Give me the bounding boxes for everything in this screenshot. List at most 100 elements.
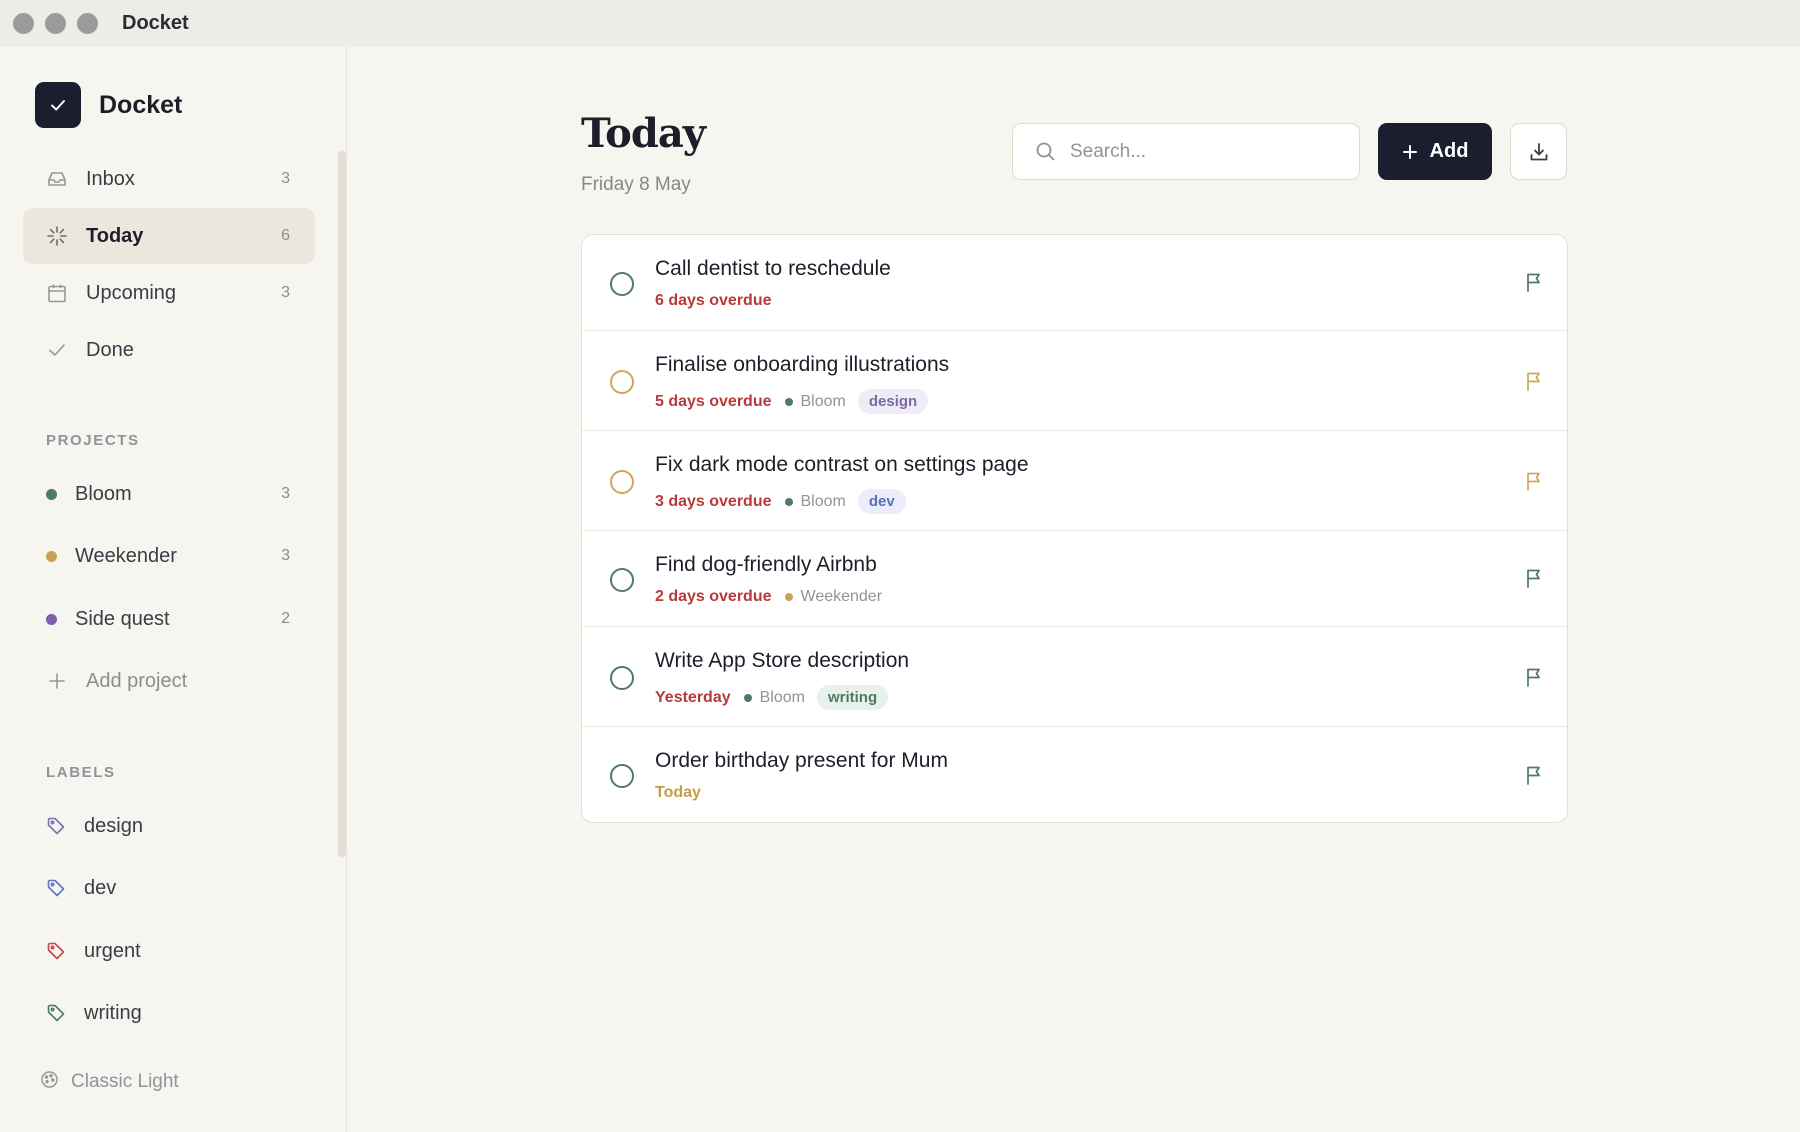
project-label: Side quest [75, 607, 170, 630]
tag-icon [46, 1003, 66, 1023]
flag-icon[interactable] [1525, 568, 1543, 588]
nav-item-today[interactable]: Today 6 [23, 208, 315, 264]
project-item-side-quest[interactable]: Side quest 2 [23, 594, 315, 644]
project-label: Weekender [75, 544, 177, 567]
task-project: Bloom [800, 392, 846, 410]
project-dot [784, 397, 793, 406]
project-dot [743, 693, 752, 702]
nav-count: 6 [281, 227, 290, 244]
nav-label: Today [86, 224, 144, 247]
projects-heading: PROJECTS [46, 432, 140, 449]
task-due: 6 days overdue [655, 292, 772, 309]
task-checkbox[interactable] [610, 666, 634, 690]
flag-icon[interactable] [1525, 272, 1543, 292]
label-item-design[interactable]: design [23, 801, 315, 851]
task-meta: Today [655, 784, 701, 802]
page-date: Friday 8 May [581, 174, 691, 195]
nav-label: Done [86, 338, 134, 361]
nav-item-inbox[interactable]: Inbox 3 [23, 151, 315, 207]
task-meta: 3 days overdue Bloom dev [655, 489, 906, 514]
task-project: Bloom [759, 688, 805, 706]
label-item-urgent[interactable]: urgent [23, 926, 315, 976]
brand-name: Docket [99, 90, 183, 119]
task-due: Today [655, 784, 701, 801]
check-icon [46, 339, 68, 361]
sparkle-icon [46, 225, 68, 247]
zoom-window-button[interactable] [77, 13, 98, 34]
minimize-window-button[interactable] [45, 13, 66, 34]
tag-icon [46, 816, 66, 836]
task-meta: Yesterday Bloom writing [655, 685, 889, 710]
task-row[interactable]: Call dentist to reschedule 6 days overdu… [582, 235, 1567, 331]
task-row[interactable]: Finalise onboarding illustrations 5 days… [582, 331, 1567, 431]
nav-item-done[interactable]: Done [23, 322, 315, 378]
task-checkbox[interactable] [610, 370, 634, 394]
task-list: Call dentist to reschedule 6 days overdu… [581, 234, 1568, 823]
project-dot [46, 613, 57, 625]
task-project: Bloom [800, 492, 846, 510]
task-title: Write App Store description [655, 649, 910, 672]
plus-icon [46, 672, 68, 690]
close-window-button[interactable] [13, 13, 34, 34]
inbox-icon [46, 168, 68, 190]
window-controls [13, 13, 98, 34]
task-checkbox[interactable] [610, 470, 634, 494]
nav-item-upcoming[interactable]: Upcoming 3 [23, 265, 315, 321]
task-project: Weekender [800, 588, 883, 605]
task-due: 2 days overdue [655, 588, 772, 605]
tag-icon [46, 941, 66, 961]
flag-icon[interactable] [1525, 667, 1543, 687]
task-title: Finalise onboarding illustrations [655, 353, 950, 376]
plus-icon [1402, 144, 1418, 160]
theme-switcher[interactable]: Classic Light [40, 1070, 179, 1094]
label-item-dev[interactable]: dev [23, 863, 315, 913]
flag-icon[interactable] [1525, 765, 1543, 785]
task-title: Fix dark mode contrast on settings page [655, 453, 1029, 476]
add-task-button[interactable]: Add [1378, 123, 1492, 180]
task-title: Call dentist to reschedule [655, 257, 891, 280]
search-icon [1035, 141, 1056, 162]
project-dot [784, 593, 793, 601]
nav-label: Upcoming [86, 281, 177, 304]
theme-label: Classic Light [71, 1071, 179, 1092]
label-name: writing [84, 1001, 142, 1024]
project-dot [46, 488, 57, 500]
project-count: 3 [281, 485, 290, 502]
sidebar: Docket Inbox 3 Today 6 Upcoming 3 Done P… [0, 47, 347, 1132]
download-button[interactable] [1510, 123, 1567, 180]
task-row[interactable]: Order birthday present for Mum Today [582, 727, 1567, 822]
page-title: Today [581, 110, 706, 157]
label-name: design [84, 814, 143, 837]
nav-count: 3 [281, 170, 290, 187]
task-meta: 2 days overdue Weekender [655, 588, 882, 606]
labels-heading: LABELS [46, 764, 116, 781]
label-name: dev [84, 876, 117, 899]
task-row[interactable]: Find dog-friendly Airbnb 2 days overdue … [582, 531, 1567, 627]
project-dot [784, 497, 793, 506]
task-checkbox[interactable] [610, 272, 634, 296]
brand: Docket [35, 82, 182, 128]
add-project-button[interactable]: Add project [23, 656, 315, 706]
project-count: 3 [281, 547, 290, 564]
add-project-label: Add project [86, 669, 188, 692]
search-box[interactable] [1012, 123, 1360, 180]
task-meta: 5 days overdue Bloom design [655, 389, 929, 414]
nav-count: 3 [281, 284, 290, 301]
task-row[interactable]: Write App Store description Yesterday Bl… [582, 627, 1567, 727]
task-checkbox[interactable] [610, 568, 634, 592]
project-item-weekender[interactable]: Weekender 3 [23, 531, 315, 581]
flag-icon[interactable] [1525, 471, 1543, 491]
logo-check-icon [35, 82, 81, 128]
window-title: Docket [122, 12, 189, 34]
sidebar-scrollbar[interactable] [338, 151, 346, 857]
task-title: Find dog-friendly Airbnb [655, 553, 877, 576]
task-meta: 6 days overdue [655, 292, 772, 310]
task-tag: dev [857, 489, 906, 514]
task-row[interactable]: Fix dark mode contrast on settings page … [582, 431, 1567, 531]
label-item-writing[interactable]: writing [23, 988, 315, 1038]
download-icon [1528, 141, 1550, 163]
search-input[interactable] [1070, 140, 1340, 163]
project-item-bloom[interactable]: Bloom 3 [23, 469, 315, 519]
flag-icon[interactable] [1525, 371, 1543, 391]
task-checkbox[interactable] [610, 764, 634, 788]
